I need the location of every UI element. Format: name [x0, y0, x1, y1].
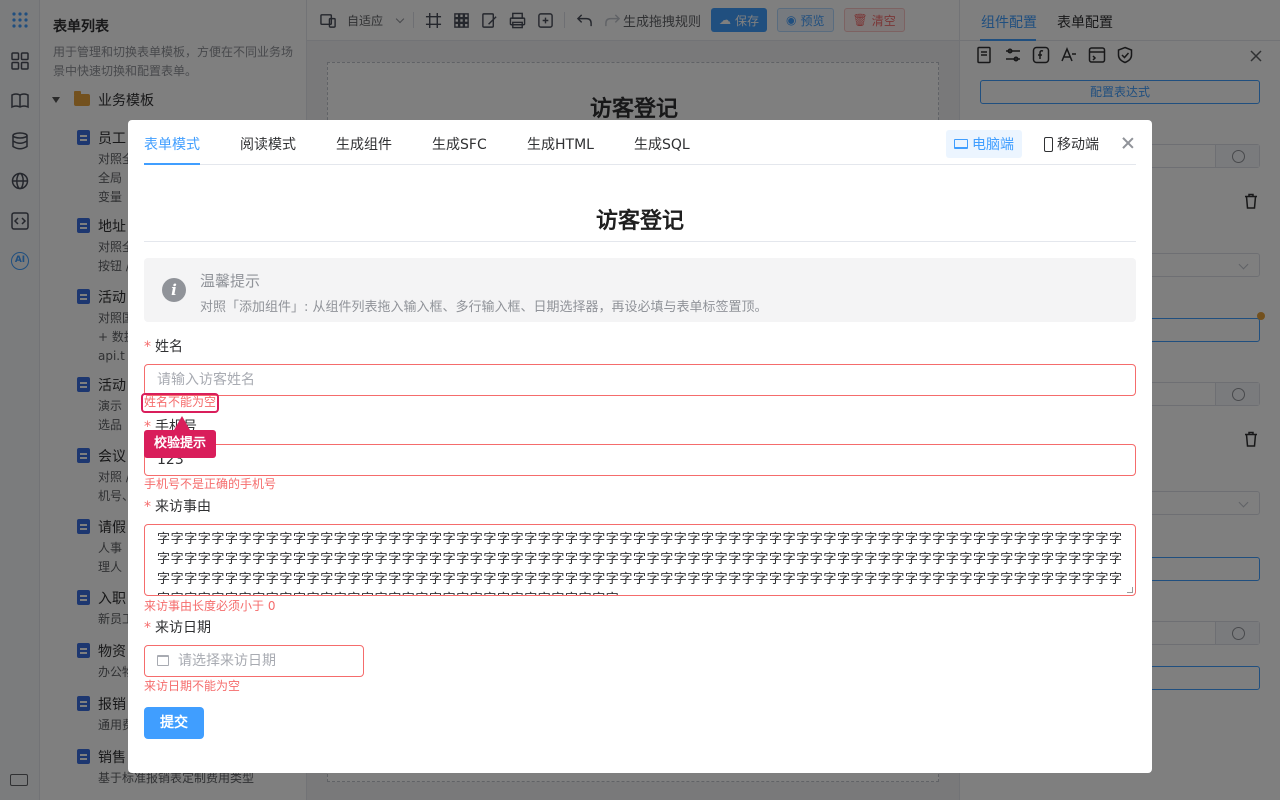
info-icon: i — [162, 278, 186, 302]
device-mobile-label: 移动端 — [1057, 137, 1099, 153]
tip-alert: i 温馨提示 对照「添加组件」: 从组件列表拖入输入框、多行输入框、日期选择器，… — [144, 258, 1136, 322]
name-label-text: 姓名 — [155, 339, 183, 355]
name-error: 姓名不能为空 — [141, 393, 220, 413]
preview-modal: 表单模式 阅读模式 生成组件 生成SFC 生成HTML 生成SQL 电脑端 移动… — [128, 120, 1152, 773]
date-label: * 来访日期 — [144, 617, 211, 637]
tip-title: 温馨提示 — [200, 272, 261, 290]
phone-error: 手机号不是正确的手机号 — [144, 477, 277, 491]
device-pc-button[interactable]: 电脑端 — [946, 130, 1022, 158]
name-input[interactable]: 请输入访客姓名 — [144, 364, 1136, 396]
date-placeholder: 请选择来访日期 — [178, 653, 276, 669]
reason-label-text: 来访事由 — [155, 499, 211, 515]
submit-button[interactable]: 提交 — [144, 707, 204, 739]
modal-tabs: 表单模式 阅读模式 生成组件 生成SFC 生成HTML 生成SQL 电脑端 移动… — [144, 120, 1136, 165]
tip-text: 对照「添加组件」: 从组件列表拖入输入框、多行输入框、日期选择器，再设必填与表单… — [200, 300, 768, 315]
required-mark: * — [144, 620, 151, 636]
required-mark: * — [144, 499, 151, 515]
reason-textarea[interactable]: 字字字字字字字字字字字字字字字字字字字字字字字字字字字字字字字字字字字字字字字字… — [144, 524, 1136, 596]
laptop-icon — [954, 139, 968, 149]
required-mark: * — [144, 339, 151, 355]
close-icon[interactable] — [1122, 137, 1134, 149]
active-tab-indicator — [144, 163, 200, 165]
date-label-text: 来访日期 — [155, 620, 211, 636]
title-divider — [144, 241, 1136, 242]
reason-label: * 来访事由 — [144, 496, 211, 516]
resize-handle[interactable] — [1127, 587, 1133, 593]
tab-generate-sfc[interactable]: 生成SFC — [432, 134, 487, 154]
name-label: * 姓名 — [144, 336, 183, 356]
form-title: 访客登记 — [595, 209, 684, 234]
reason-value: 字字字字字字字字字字字字字字字字字字字字字字字字字字字字字字字字字字字字字字字字… — [157, 532, 1123, 595]
tab-generate-html[interactable]: 生成HTML — [527, 134, 594, 154]
tab-read-mode[interactable]: 阅读模式 — [240, 134, 296, 154]
date-error: 来访日期不能为空 — [144, 679, 241, 693]
calendar-icon — [157, 655, 169, 666]
phone-icon — [1044, 136, 1053, 152]
tab-generate-component[interactable]: 生成组件 — [336, 134, 392, 154]
device-mobile-button[interactable]: 移动端 — [1036, 130, 1107, 158]
annotation-arrow — [174, 416, 190, 430]
device-pc-label: 电脑端 — [972, 137, 1014, 153]
phone-input[interactable]: 123 — [144, 444, 1136, 476]
date-picker[interactable]: 请选择来访日期 — [144, 645, 364, 677]
tab-generate-sql[interactable]: 生成SQL — [634, 134, 690, 154]
tab-form-mode[interactable]: 表单模式 — [144, 134, 200, 154]
reason-error: 来访事由长度必须小于 0 — [144, 599, 276, 613]
validation-hint-annotation: 校验提示 — [144, 430, 217, 458]
